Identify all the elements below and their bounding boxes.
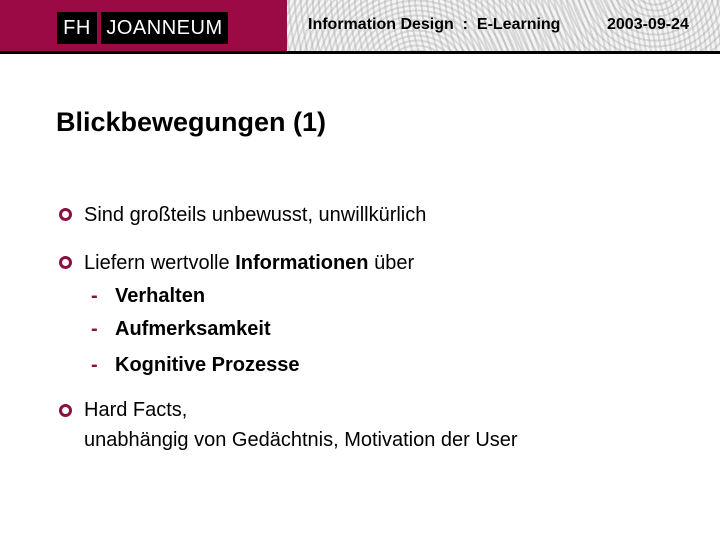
- course-title: Information Design : E-Learning: [308, 16, 561, 33]
- slide-title: Blickbewegungen (1): [56, 107, 327, 137]
- logo-fh: FH: [57, 12, 97, 44]
- bullet-circle-icon: [59, 256, 72, 269]
- dash-marker-icon: -: [91, 354, 98, 376]
- subitem-text: Kognitive Prozesse: [115, 354, 300, 376]
- bullet-circle-icon: [59, 404, 72, 417]
- bullet-text: Hard Facts,: [84, 399, 188, 421]
- subitem-text: Verhalten: [115, 285, 206, 307]
- bullet-text-part: über: [368, 252, 415, 274]
- bullet-circle-icon: [59, 208, 72, 221]
- logo-joanneum: JOANNEUM: [101, 12, 228, 44]
- subitem-text: Aufmerksamkeit: [115, 318, 271, 340]
- dash-marker-icon: -: [91, 318, 98, 340]
- bullet-text: Liefern wertvolle Informationen über: [84, 252, 414, 275]
- slide-date: 2003-09-24: [607, 16, 689, 33]
- dash-marker-icon: -: [91, 285, 98, 307]
- bullet-text: Sind großteils unbewusst, unwillkürlich: [84, 204, 427, 226]
- bullet-text-continuation: unabhängig von Gedächtnis, Motivation de…: [84, 429, 518, 451]
- bullet-text-part: Liefern wertvolle: [84, 252, 236, 274]
- header-divider: [0, 51, 720, 54]
- bullet-text-emphasis: Informationen: [235, 252, 369, 274]
